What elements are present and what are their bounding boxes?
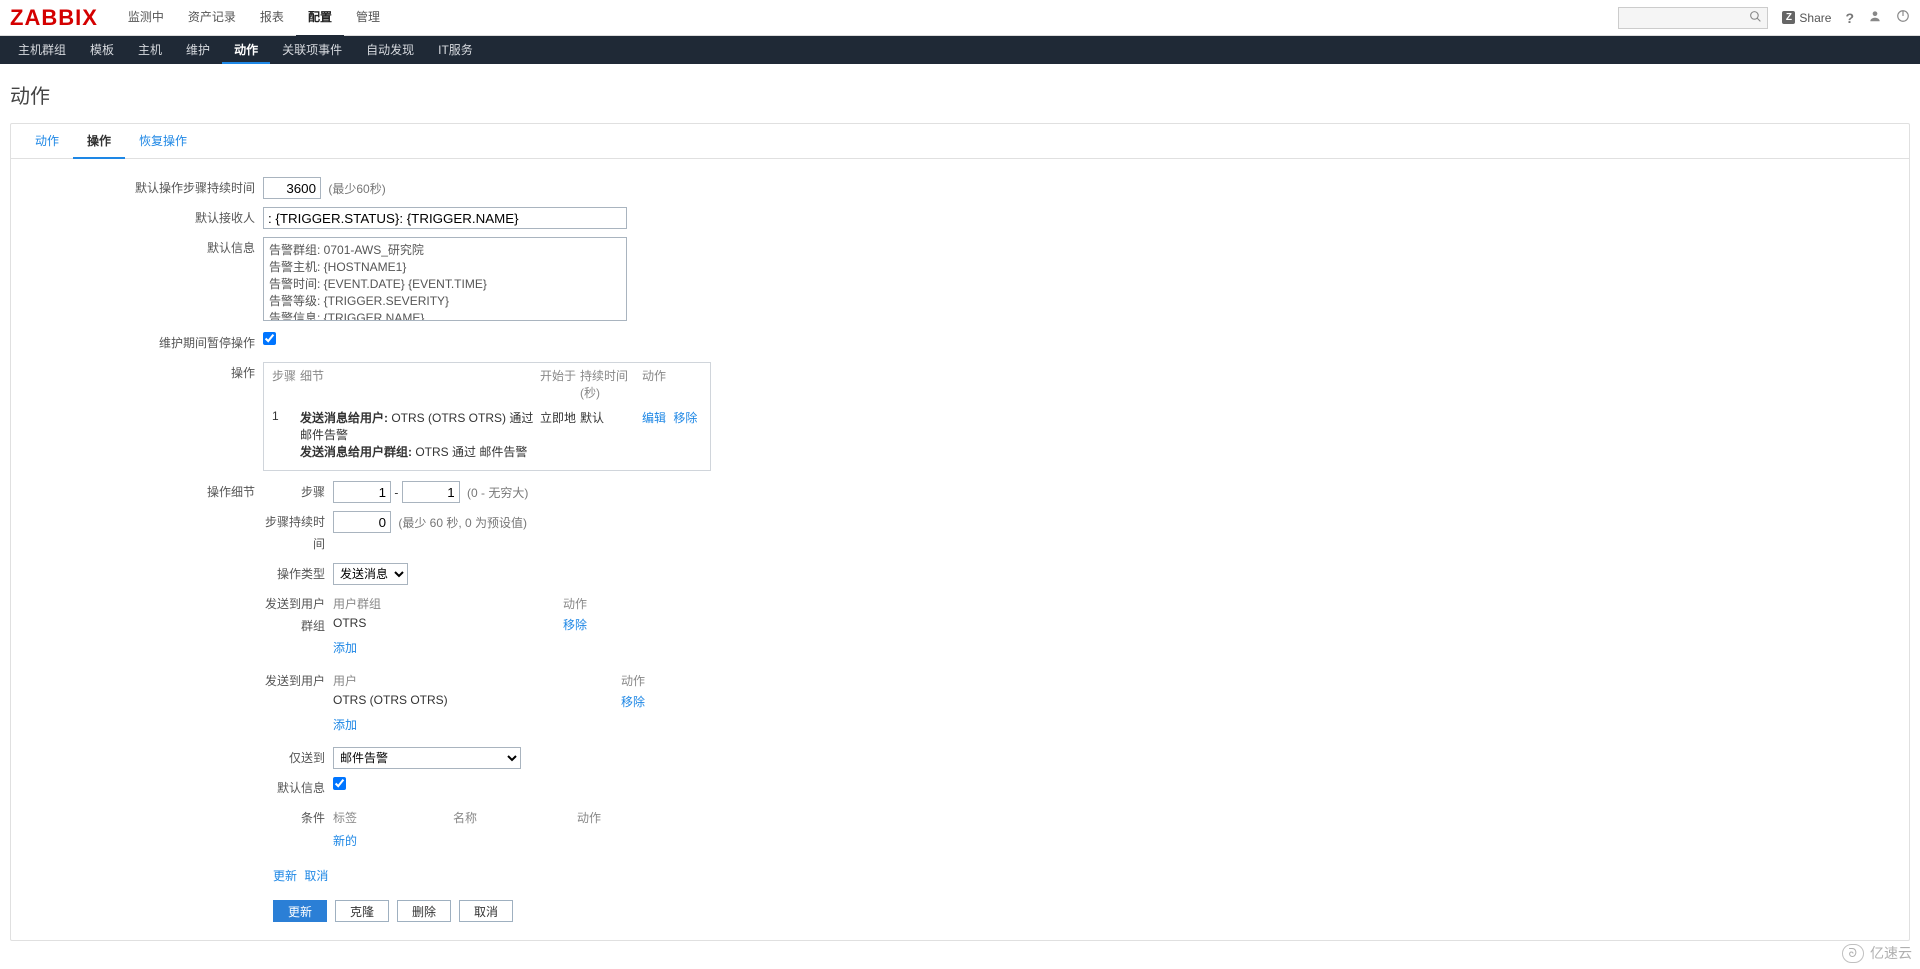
- op-actions: 编辑 移除: [642, 409, 702, 460]
- sublabel-op-type: 操作类型: [263, 563, 333, 585]
- label-pause-maintenance: 维护期间暂停操作: [21, 332, 263, 354]
- oph-action: 动作: [642, 367, 702, 401]
- subnav-templates[interactable]: 模板: [78, 36, 126, 64]
- op-step: 1: [272, 409, 300, 460]
- sublabel-steps: 步骤: [263, 481, 333, 503]
- label-operation-detail: 操作细节: [21, 481, 263, 857]
- select-only-to[interactable]: 邮件告警: [333, 747, 521, 769]
- op-detail: 发送消息给用户: OTRS (OTRS OTRS) 通过 邮件告警 发送消息给用…: [300, 409, 540, 460]
- delete-button[interactable]: 删除: [397, 900, 451, 922]
- user-icon[interactable]: [1868, 9, 1882, 26]
- oph-detail: 细节: [300, 367, 540, 401]
- textarea-default-message[interactable]: 告警群组: 0701-AWS_研究院 告警主机: {HOSTNAME1} 告警时…: [263, 237, 627, 321]
- cond-new-link[interactable]: 新的: [333, 834, 357, 848]
- col-cond-label: 标签: [333, 809, 453, 826]
- nav-administration[interactable]: 管理: [344, 0, 392, 37]
- group-remove-link[interactable]: 移除: [563, 618, 587, 632]
- label-default-recipient: 默认接收人: [21, 207, 263, 229]
- input-step-duration[interactable]: [333, 511, 391, 533]
- checkbox-default-msg[interactable]: [333, 777, 346, 790]
- user-remove-link[interactable]: 移除: [621, 695, 645, 709]
- search-icon: [1749, 10, 1762, 26]
- input-step-from[interactable]: [333, 481, 391, 503]
- detail-update-link[interactable]: 更新: [273, 869, 297, 883]
- col-action-2: 动作: [621, 672, 671, 689]
- user-add-link[interactable]: 添加: [333, 718, 357, 732]
- col-cond-name: 名称: [453, 809, 577, 826]
- subnav-actions[interactable]: 动作: [222, 36, 270, 64]
- tabs: 动作 操作 恢复操作: [11, 124, 1909, 159]
- nav-configuration[interactable]: 配置: [296, 0, 344, 37]
- sublabel-default-msg: 默认信息: [263, 777, 333, 799]
- subnav-maintenance[interactable]: 维护: [174, 36, 222, 64]
- oph-step: 步骤: [272, 367, 300, 401]
- col-user-group: 用户群组: [333, 595, 563, 612]
- detail-cancel-link[interactable]: 取消: [304, 869, 328, 883]
- nav-monitoring[interactable]: 监测中: [116, 0, 176, 37]
- oph-start: 开始于: [540, 367, 580, 401]
- clone-button[interactable]: 克隆: [335, 900, 389, 922]
- subnav-hostgroups[interactable]: 主机群组: [6, 36, 78, 64]
- op-edit-link[interactable]: 编辑: [642, 411, 666, 425]
- select-op-type[interactable]: 发送消息: [333, 563, 408, 585]
- user-row-name: OTRS (OTRS OTRS): [333, 693, 621, 710]
- group-add-link[interactable]: 添加: [333, 641, 357, 655]
- update-button[interactable]: 更新: [273, 900, 327, 922]
- subnav-hosts[interactable]: 主机: [126, 36, 174, 64]
- hint-default-step-duration: (最少60秒): [328, 182, 385, 196]
- sublabel-only-to: 仅送到: [263, 747, 333, 769]
- sublabel-step-duration: 步骤持续时间: [263, 511, 333, 555]
- op-start: 立即地: [540, 409, 580, 460]
- col-action-1: 动作: [563, 595, 613, 612]
- subnav-itservices[interactable]: IT服务: [426, 36, 485, 64]
- input-step-to[interactable]: [402, 481, 460, 503]
- tab-operations[interactable]: 操作: [73, 124, 125, 159]
- watermark-icon: ᘐ: [1842, 944, 1864, 963]
- zabbix-logo: ZABBIX: [10, 5, 98, 31]
- tab-action[interactable]: 动作: [21, 124, 73, 158]
- sublabel-send-group: 发送到用户群组: [263, 593, 333, 637]
- hint-step-duration: (最少 60 秒, 0 为预设值): [398, 516, 527, 530]
- sub-nav: 主机群组 模板 主机 维护 动作 关联项事件 自动发现 IT服务: [0, 36, 1920, 64]
- help-icon[interactable]: ?: [1845, 10, 1854, 26]
- sublabel-conditions: 条件: [263, 807, 333, 829]
- page-title: 动作: [10, 74, 1910, 123]
- group-row-name: OTRS: [333, 616, 563, 633]
- search-input[interactable]: [1618, 7, 1768, 29]
- label-default-step-duration: 默认操作步骤持续时间: [21, 177, 263, 199]
- share-icon: Z: [1782, 11, 1795, 24]
- sublabel-send-user: 发送到用户: [263, 670, 333, 692]
- subnav-correlation[interactable]: 关联项事件: [270, 36, 354, 64]
- input-default-recipient[interactable]: [263, 207, 627, 229]
- op-remove-link[interactable]: 移除: [673, 411, 697, 425]
- input-default-step-duration[interactable]: [263, 177, 321, 199]
- share-label: Share: [1799, 11, 1831, 25]
- subnav-discovery[interactable]: 自动发现: [354, 36, 426, 64]
- op-duration: 默认: [580, 409, 642, 460]
- cancel-button[interactable]: 取消: [459, 900, 513, 922]
- col-cond-action: 动作: [577, 809, 621, 826]
- share-button[interactable]: Z Share: [1782, 11, 1831, 25]
- operations-table: 步骤 细节 开始于 持续时间(秒) 动作 1 发送消息给用户: OTRS (OT…: [263, 362, 711, 471]
- top-nav: 监测中 资产记录 报表 配置 管理: [116, 0, 1619, 37]
- nav-reports[interactable]: 报表: [248, 0, 296, 37]
- tab-recovery[interactable]: 恢复操作: [125, 124, 201, 158]
- nav-inventory[interactable]: 资产记录: [176, 0, 248, 37]
- col-user: 用户: [333, 672, 621, 689]
- label-default-message: 默认信息: [21, 237, 263, 324]
- oph-duration: 持续时间(秒): [580, 367, 642, 401]
- label-operations: 操作: [21, 362, 263, 471]
- checkbox-pause-maintenance[interactable]: [263, 332, 276, 345]
- hint-steps: (0 - 无穷大): [467, 486, 528, 500]
- watermark: ᘐ 亿速云: [1842, 943, 1912, 963]
- logout-icon[interactable]: [1896, 9, 1910, 26]
